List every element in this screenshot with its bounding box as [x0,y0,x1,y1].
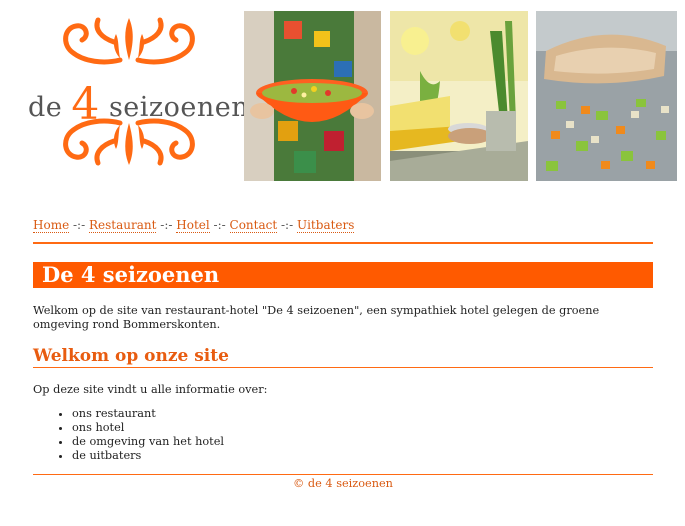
site-logo[interactable]: de 4 seizoenen [22,10,249,185]
intro-text: Welkom op de site van restaurant-hotel "… [33,304,600,331]
site-header: de 4 seizoenen [0,0,685,200]
nav-uitbaters[interactable]: Uitbaters [296,218,355,233]
nav-restaurant[interactable]: Restaurant [88,218,157,233]
ornament-bottom-icon [63,118,195,166]
nav-hotel[interactable]: Hotel [176,218,210,233]
nav-divider [33,242,653,244]
list-item: ons restaurant [72,407,224,421]
list-intro: Op deze site vindt u alle informatie ove… [33,383,268,396]
photo-vegetable-buffet [390,11,528,181]
nav-separator: -:- [281,218,294,232]
section-divider [33,367,653,368]
ornament-top-icon [63,17,195,65]
footer-copyright: © de 4 seizoenen [293,477,393,490]
nav-contact[interactable]: Contact [229,218,278,233]
page-title: De 4 seizoenen [42,262,220,287]
nav-separator: -:- [160,218,173,232]
photo-salad-bowl [244,11,381,181]
info-list: ons restaurant ons hotel de omgeving van… [58,407,224,463]
main-nav: Home -:- Restaurant -:- Hotel -:- Contac… [33,218,355,233]
list-item: ons hotel [72,421,224,435]
list-item: de omgeving van het hotel [72,435,224,449]
nav-home[interactable]: Home [33,218,70,233]
photo-fish-vegetables [536,11,677,181]
section-title: Welkom op onze site [33,346,229,366]
list-item: de uitbaters [72,449,224,463]
nav-separator: -:- [73,218,86,232]
footer-divider [33,474,653,475]
nav-separator: -:- [213,218,226,232]
page-title-bar: De 4 seizoenen [33,262,653,288]
